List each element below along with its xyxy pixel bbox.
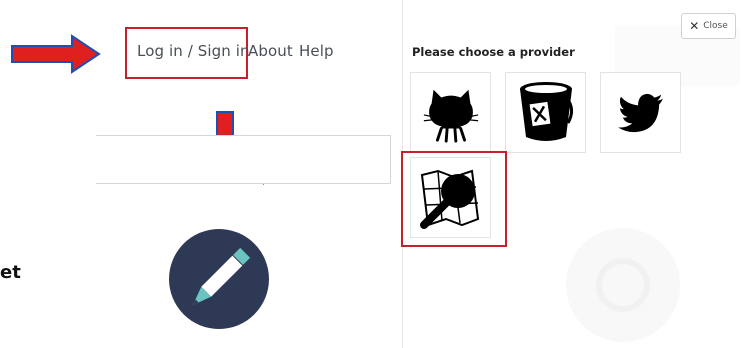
close-icon: ✕ — [689, 19, 700, 33]
github-icon — [423, 89, 478, 143]
main-page: Log in / Sign in About Help et — [0, 0, 402, 348]
annotation-arrow-right-icon — [11, 34, 101, 74]
provider-heading: Please choose a provider — [412, 45, 575, 59]
bucket-icon — [519, 81, 573, 141]
provider-bucket-button[interactable] — [505, 72, 586, 153]
login-signin-link[interactable]: Log in / Sign in — [137, 42, 250, 60]
close-label: Close — [703, 21, 728, 31]
provider-twitter-button[interactable] — [600, 72, 681, 153]
about-link[interactable]: About — [248, 42, 293, 60]
partial-heading-text: et — [0, 262, 21, 283]
annotation-highlight-box — [401, 151, 507, 247]
close-button[interactable]: ✕ Close — [681, 13, 736, 39]
twitter-icon — [617, 93, 663, 132]
pencil-icon — [169, 229, 269, 329]
help-link[interactable]: Help — [299, 42, 334, 60]
provider-modal: ✕ Close Please choose a provider — [401, 0, 743, 348]
provider-github-button[interactable] — [410, 72, 491, 153]
background-watermark-icon — [566, 228, 680, 342]
search-input[interactable] — [96, 135, 391, 184]
